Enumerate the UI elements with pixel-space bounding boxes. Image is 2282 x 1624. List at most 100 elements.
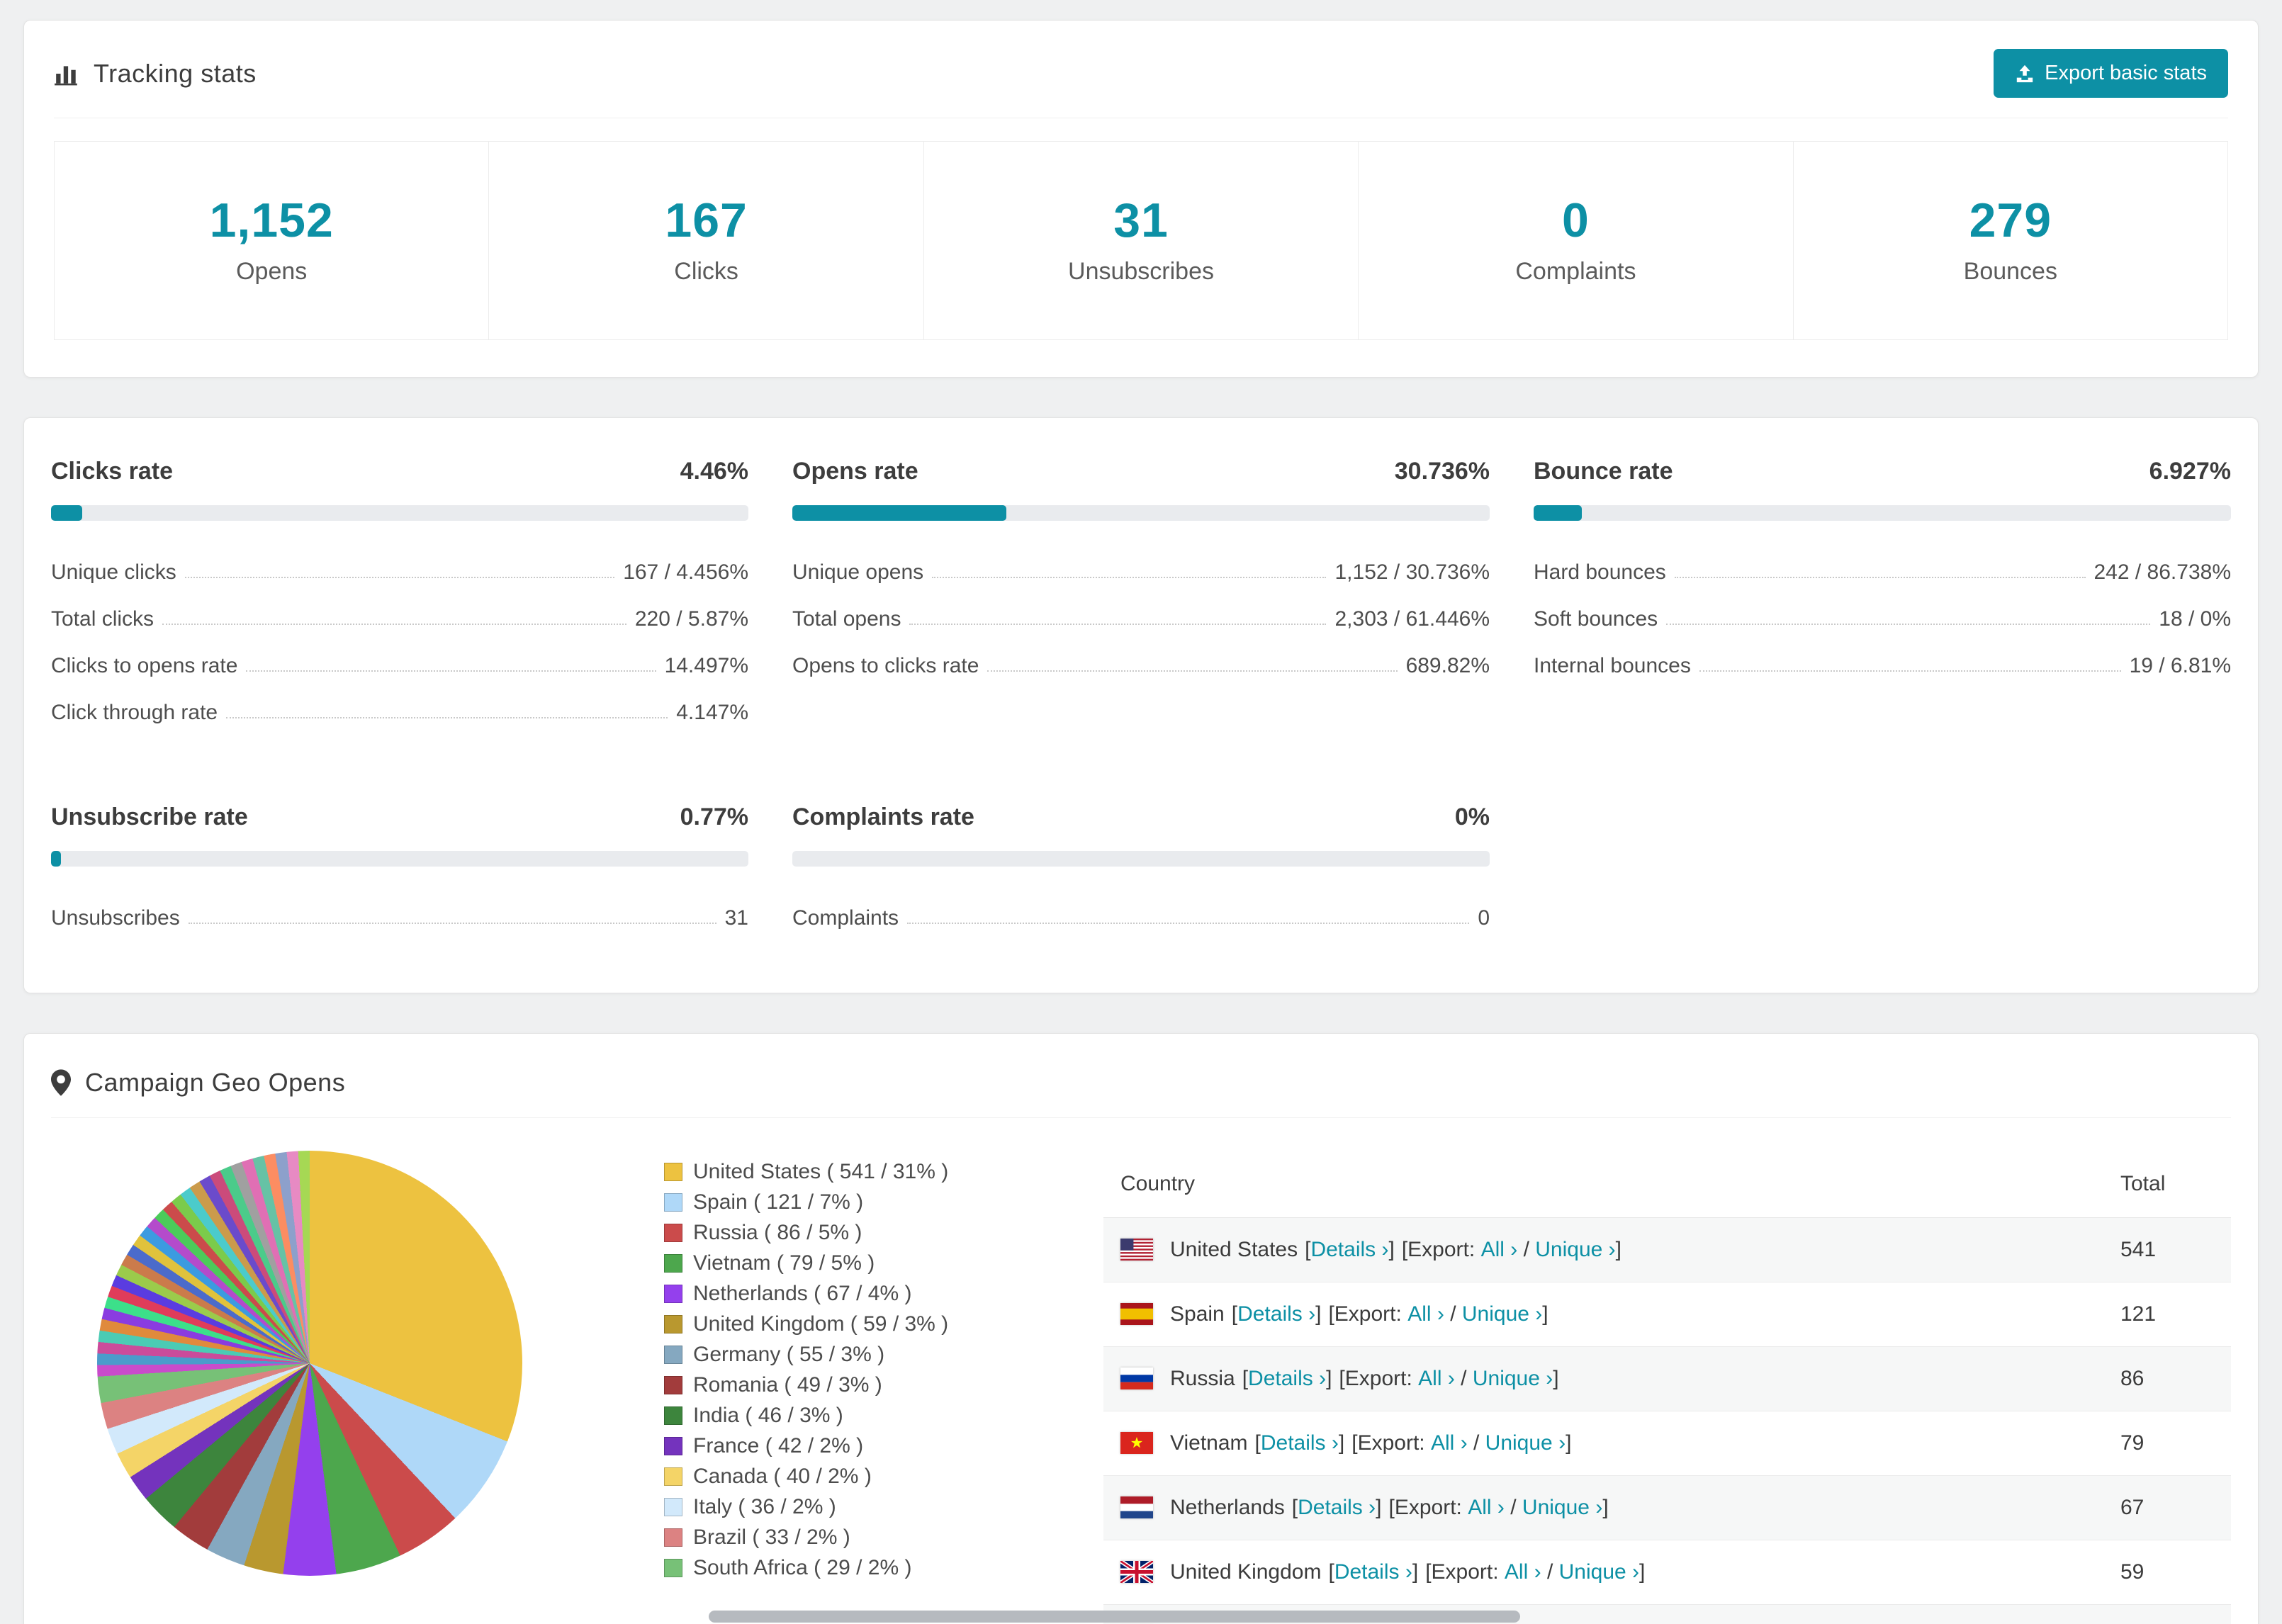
legend-swatch bbox=[664, 1284, 682, 1303]
legend-item: Canada ( 40 / 2% ) bbox=[664, 1461, 997, 1492]
export-unique-link[interactable]: Unique › bbox=[1485, 1431, 1566, 1455]
export-basic-stats-button[interactable]: Export basic stats bbox=[1994, 49, 2228, 98]
details-link[interactable]: Details › bbox=[1298, 1496, 1376, 1519]
bracket-close-export: ] bbox=[1542, 1302, 1548, 1326]
stat-box: 1,152 Opens bbox=[55, 142, 488, 339]
slash-separator: / bbox=[1510, 1496, 1517, 1519]
metric-label: Click through rate bbox=[51, 701, 218, 724]
dotted-leader bbox=[1666, 624, 2151, 625]
stat-label: Unsubscribes bbox=[1068, 258, 1214, 285]
rate-progress-track bbox=[792, 505, 1490, 521]
stat-box: 167 Clicks bbox=[488, 142, 923, 339]
row-total: 67 bbox=[2120, 1496, 2145, 1519]
total-cell: 541 bbox=[2103, 1217, 2231, 1282]
metric-value: 0 bbox=[1478, 906, 1490, 930]
legend-label: Germany ( 55 / 3% ) bbox=[693, 1342, 885, 1366]
country-cell: Spain [Details ›] [Export: All › / Unique … bbox=[1103, 1282, 2103, 1347]
dotted-leader bbox=[188, 923, 716, 924]
country-name: Spain bbox=[1170, 1302, 1225, 1326]
legend-label: Romania ( 49 / 3% ) bbox=[693, 1372, 882, 1397]
country-cell: Netherlands [Details ›] [Export: All › / U… bbox=[1103, 1475, 2103, 1540]
dotted-leader bbox=[184, 577, 615, 578]
rate-rows: Unsubscribes 31 bbox=[51, 895, 748, 942]
export-all-link[interactable]: All › bbox=[1407, 1302, 1444, 1326]
export-all-link[interactable]: All › bbox=[1418, 1367, 1455, 1390]
legend-item: Germany ( 55 / 3% ) bbox=[664, 1339, 997, 1370]
details-link[interactable]: Details › bbox=[1310, 1238, 1388, 1261]
dotted-leader bbox=[246, 670, 656, 672]
details-link[interactable]: Details › bbox=[1261, 1431, 1339, 1455]
export-unique-link[interactable]: Unique › bbox=[1462, 1302, 1542, 1326]
bracket-close-details: ] bbox=[1315, 1302, 1322, 1326]
rate-block: Unsubscribe rate 0.77% Unsubscribes 31 bbox=[51, 803, 748, 942]
rate-progress-fill bbox=[1534, 505, 1583, 521]
row-total: 59 bbox=[2120, 1560, 2145, 1584]
rate-block: Clicks rate 4.46% Unique clicks 167 / 4.… bbox=[51, 458, 748, 736]
bracket-close-details: ] bbox=[1376, 1496, 1382, 1519]
export-all-link[interactable]: All › bbox=[1505, 1560, 1541, 1584]
stat-value: 31 bbox=[1113, 193, 1169, 247]
metric-value: 18 / 0% bbox=[2159, 607, 2231, 631]
metric-row: Soft bounces 18 / 0% bbox=[1534, 596, 2231, 643]
slash-separator: / bbox=[1523, 1238, 1529, 1261]
country-name: United Kingdom bbox=[1170, 1560, 1322, 1584]
metric-value: 19 / 6.81% bbox=[2129, 654, 2231, 677]
metric-value: 242 / 86.738% bbox=[2093, 560, 2232, 584]
bar-chart-icon bbox=[54, 61, 79, 86]
export-all-link[interactable]: All › bbox=[1481, 1238, 1518, 1261]
export-prefix: Export: bbox=[1344, 1367, 1412, 1390]
legend-item: France ( 42 / 2% ) bbox=[664, 1431, 997, 1461]
legend-label: United States ( 541 / 31% ) bbox=[693, 1159, 949, 1183]
bracket-open-export: [ bbox=[1401, 1238, 1408, 1261]
metric-label: Unique clicks bbox=[51, 560, 176, 584]
stat-label: Complaints bbox=[1515, 258, 1636, 285]
export-prefix: Export: bbox=[1431, 1560, 1499, 1584]
legend-item: Netherlands ( 67 / 4% ) bbox=[664, 1278, 997, 1309]
legend-item: India ( 46 / 3% ) bbox=[664, 1400, 997, 1431]
metric-row: Click through rate 4.147% bbox=[51, 689, 748, 736]
details-link[interactable]: Details › bbox=[1248, 1367, 1326, 1390]
metric-label: Internal bounces bbox=[1534, 654, 1691, 677]
rate-value: 30.736% bbox=[1394, 458, 1490, 485]
legend-label: South Africa ( 29 / 2% ) bbox=[693, 1555, 912, 1579]
legend-label: Brazil ( 33 / 2% ) bbox=[693, 1525, 850, 1549]
details-link[interactable]: Details › bbox=[1334, 1560, 1412, 1584]
total-cell: 55 bbox=[2103, 1604, 2231, 1624]
details-link[interactable]: Details › bbox=[1237, 1302, 1315, 1326]
bracket-close-export: ] bbox=[1553, 1367, 1559, 1390]
metric-label: Opens to clicks rate bbox=[792, 654, 979, 677]
legend-item: South Africa ( 29 / 2% ) bbox=[664, 1552, 997, 1583]
metric-label: Unique opens bbox=[792, 560, 924, 584]
rate-value: 6.927% bbox=[2149, 458, 2231, 485]
dashboard-page: Tracking stats Export basic stats 1,152 … bbox=[0, 0, 2282, 1624]
flag-ru-icon bbox=[1120, 1368, 1153, 1389]
export-icon bbox=[2015, 64, 2035, 84]
bracket-close-details: ] bbox=[1326, 1367, 1332, 1390]
legend-swatch bbox=[664, 1192, 682, 1212]
table-row: Russia [Details ›] [Export: All › / Unique… bbox=[1103, 1346, 2231, 1411]
bracket-close-details: ] bbox=[1338, 1431, 1345, 1455]
legend-label: Netherlands ( 67 / 4% ) bbox=[693, 1281, 912, 1305]
export-unique-link[interactable]: Unique › bbox=[1535, 1238, 1615, 1261]
stat-box: 279 Bounces bbox=[1792, 142, 2227, 339]
legend-label: Canada ( 40 / 2% ) bbox=[693, 1464, 872, 1488]
geo-pie-chart bbox=[97, 1151, 522, 1576]
metric-label: Complaints bbox=[792, 906, 899, 930]
export-unique-link[interactable]: Unique › bbox=[1522, 1496, 1602, 1519]
dotted-leader bbox=[1699, 670, 2121, 672]
rate-head: Bounce rate 6.927% bbox=[1534, 458, 2231, 485]
bracket-open-export: [ bbox=[1425, 1560, 1432, 1584]
export-all-link[interactable]: All › bbox=[1431, 1431, 1468, 1455]
metric-row: Unique clicks 167 / 4.456% bbox=[51, 549, 748, 596]
export-unique-link[interactable]: Unique › bbox=[1559, 1560, 1639, 1584]
rate-progress-track bbox=[51, 851, 748, 867]
export-unique-link[interactable]: Unique › bbox=[1473, 1367, 1553, 1390]
export-all-link[interactable]: All › bbox=[1468, 1496, 1505, 1519]
geo-table: Country Total United States [Details ›] [E… bbox=[1103, 1151, 2231, 1624]
flag-vn-icon bbox=[1120, 1432, 1153, 1454]
legend-swatch bbox=[664, 1375, 682, 1394]
metric-label: Clicks to opens rate bbox=[51, 654, 238, 677]
metric-label: Total opens bbox=[792, 607, 901, 631]
horizontal-scrollbar-thumb[interactable] bbox=[709, 1611, 1520, 1623]
rate-rows: Hard bounces 242 / 86.738% Soft bounces … bbox=[1534, 549, 2231, 689]
